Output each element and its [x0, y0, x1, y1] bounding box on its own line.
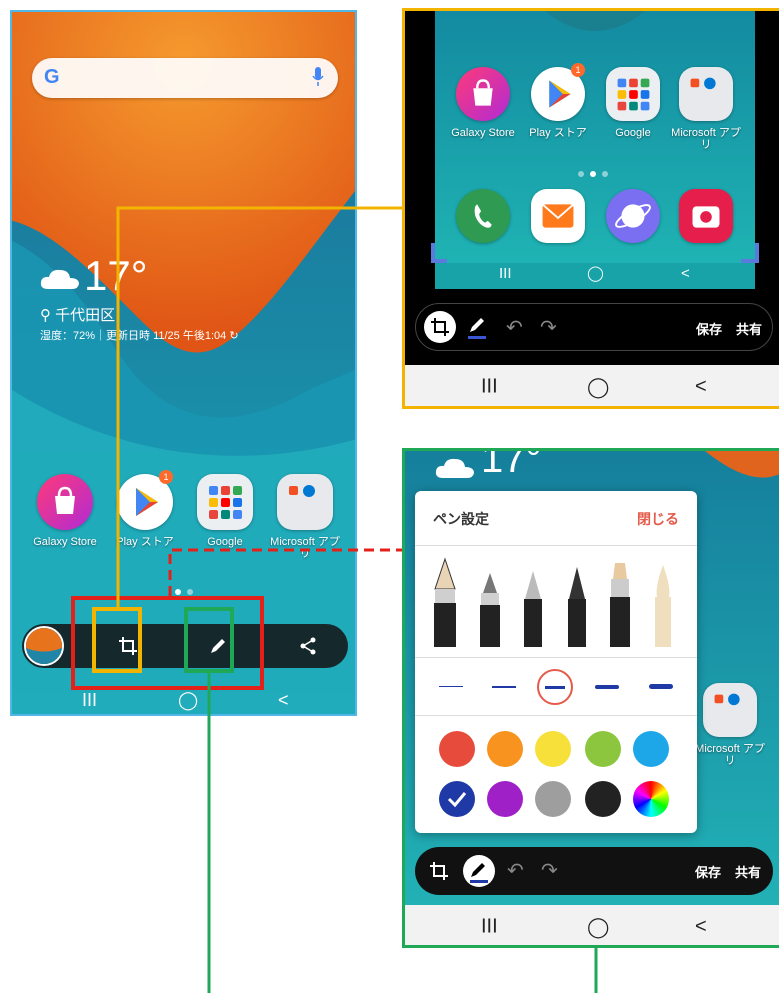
- app-galaxy-store[interactable]: Galaxy Store: [446, 67, 520, 139]
- thickness-option[interactable]: [649, 684, 673, 689]
- divider: [415, 657, 697, 658]
- thickness-options: [429, 669, 685, 705]
- app-label: Microsoft アプリ: [695, 743, 765, 767]
- pen-settings-panel: 17° Microsoft アプリ ペン設定 閉じる ↶ ↷ 保存 共有 III…: [402, 448, 779, 948]
- edit-toolbar: ↶ ↷ 保存 共有: [415, 847, 773, 895]
- camera-icon: [679, 189, 733, 243]
- crop-edit-panel: Galaxy Store 1 Play ストア Google Microsoft…: [402, 8, 779, 409]
- color-swatch-orange[interactable]: [487, 731, 523, 767]
- calligraphy-pen-icon[interactable]: [480, 573, 500, 647]
- home-button[interactable]: ◯: [587, 914, 609, 939]
- undo-icon[interactable]: ↶: [506, 315, 523, 340]
- page-indicator: [575, 164, 611, 182]
- app-microsoft-folder[interactable]: Microsoft アプリ: [693, 683, 767, 767]
- weather-temperature: 17°: [481, 448, 542, 481]
- pen-settings-popup: ペン設定 閉じる: [415, 491, 697, 833]
- notification-badge: 1: [571, 63, 585, 77]
- color-swatch-purple[interactable]: [487, 781, 523, 817]
- divider: [415, 715, 697, 716]
- color-swatch-black[interactable]: [585, 781, 621, 817]
- color-swatch-green[interactable]: [585, 731, 621, 767]
- app-au-mail[interactable]: [521, 189, 595, 243]
- thickness-option[interactable]: [492, 686, 516, 688]
- thickness-option-selected[interactable]: [537, 669, 573, 705]
- redo-icon[interactable]: ↷: [540, 315, 557, 340]
- preview-navigation-bar: III ◯ <: [435, 263, 755, 289]
- crop-icon: [431, 318, 449, 336]
- preview-recent-button: III: [499, 265, 512, 282]
- redo-icon[interactable]: ↷: [541, 858, 558, 883]
- app-internet[interactable]: [596, 189, 670, 243]
- microsoft-folder-icon: [703, 683, 757, 737]
- app-microsoft-folder[interactable]: Microsoft アプリ: [669, 67, 743, 151]
- color-swatch-sky-blue[interactable]: [633, 731, 669, 767]
- navigation-bar: III ◯ <: [405, 365, 779, 406]
- app-label: Play ストア: [529, 127, 587, 139]
- edit-toolbar: ↶ ↷ 保存 共有: [415, 303, 773, 351]
- brush-icon[interactable]: [655, 565, 671, 647]
- au-mail-icon: [531, 189, 585, 243]
- close-button[interactable]: 閉じる: [637, 509, 679, 529]
- internet-browser-icon: [606, 189, 660, 243]
- highlighter-icon[interactable]: [610, 563, 630, 647]
- marker-pen-icon[interactable]: [568, 567, 586, 647]
- cloud-icon: [435, 458, 474, 478]
- recent-apps-button[interactable]: III: [481, 376, 498, 399]
- thickness-option[interactable]: [595, 685, 619, 689]
- back-button[interactable]: <: [695, 376, 707, 399]
- share-button[interactable]: 共有: [736, 319, 762, 338]
- color-swatch-red[interactable]: [439, 731, 475, 767]
- app-label: Microsoft アプリ: [671, 127, 741, 151]
- app-phone[interactable]: [446, 189, 520, 243]
- microsoft-folder-icon: [679, 67, 733, 121]
- share-button[interactable]: 共有: [735, 862, 761, 881]
- phone-icon: [456, 189, 510, 243]
- save-button[interactable]: 保存: [695, 862, 721, 881]
- crop-tool-button[interactable]: [424, 311, 456, 343]
- pen-type-list: [434, 557, 671, 647]
- thickness-option[interactable]: [439, 686, 463, 687]
- preview-back-button: <: [681, 265, 690, 282]
- color-picker-rainbow[interactable]: [633, 781, 669, 817]
- play-store-icon: 1: [531, 63, 585, 121]
- app-camera[interactable]: [669, 189, 743, 243]
- galaxy-store-icon: [456, 67, 510, 121]
- check-icon: [447, 792, 467, 808]
- app-play-store[interactable]: 1 Play ストア: [521, 63, 595, 139]
- pen-tool-button[interactable]: [463, 855, 495, 887]
- navigation-bar: III ◯ <: [405, 905, 779, 945]
- undo-icon[interactable]: ↶: [507, 858, 524, 883]
- app-google-folder[interactable]: Google: [596, 67, 670, 139]
- pen-icon: [470, 863, 488, 883]
- app-label: Galaxy Store: [451, 127, 515, 139]
- fountain-pen-icon[interactable]: [434, 557, 456, 647]
- save-button[interactable]: 保存: [696, 319, 722, 338]
- app-label: Google: [615, 127, 651, 139]
- color-swatch-navy-selected[interactable]: [439, 781, 475, 817]
- google-folder-icon: [606, 67, 660, 121]
- color-swatch-gray[interactable]: [535, 781, 571, 817]
- crop-icon[interactable]: [429, 861, 449, 881]
- divider: [415, 545, 697, 546]
- pen-settings-title: ペン設定: [433, 511, 489, 527]
- recent-apps-button[interactable]: III: [481, 915, 498, 938]
- preview-home-button: ◯: [587, 265, 604, 282]
- home-button[interactable]: ◯: [587, 375, 609, 400]
- back-button[interactable]: <: [695, 915, 707, 938]
- pencil-icon[interactable]: [524, 571, 542, 647]
- pen-icon[interactable]: [466, 316, 488, 340]
- color-swatch-yellow[interactable]: [535, 731, 571, 767]
